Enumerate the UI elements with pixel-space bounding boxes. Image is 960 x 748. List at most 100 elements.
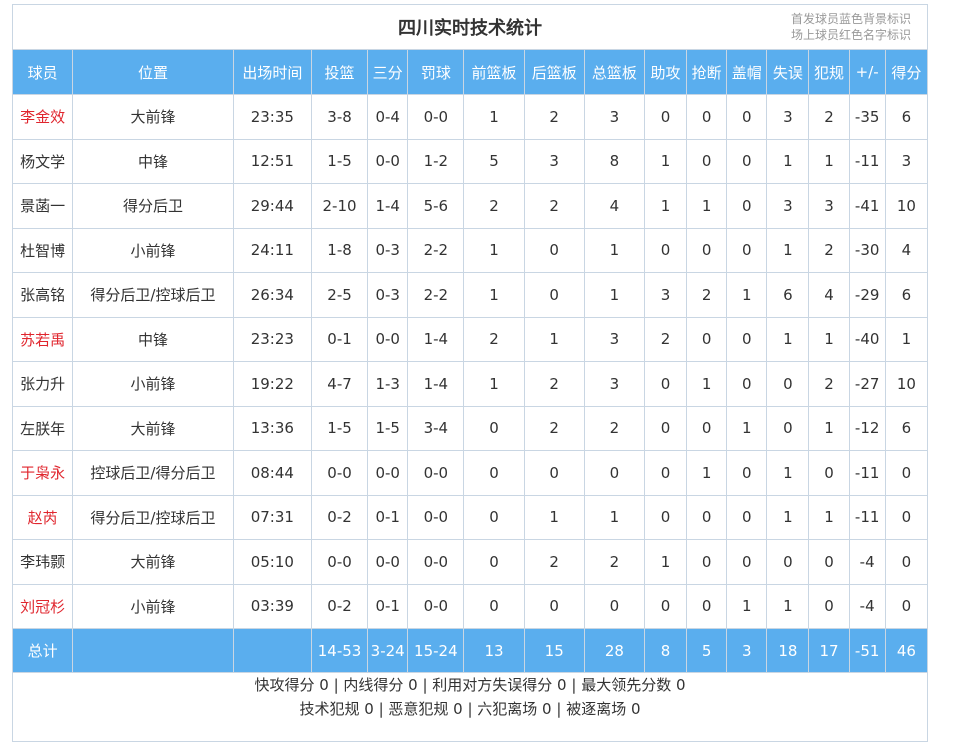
column-header: 犯规 bbox=[808, 49, 850, 95]
stat-cell: 0 bbox=[766, 539, 810, 585]
stat-cell: 2-2 bbox=[407, 227, 465, 273]
title-bar: 四川实时技术统计 首发球员蓝色背景标识 场上球员红色名字标识 bbox=[13, 5, 927, 50]
player-position: 中锋 bbox=[72, 138, 234, 184]
player-name[interactable]: 李金效 bbox=[11, 94, 74, 140]
stat-cell: 2 bbox=[523, 405, 585, 451]
stat-cell: 2 bbox=[463, 183, 525, 229]
stat-cell: 0-0 bbox=[407, 94, 465, 140]
player-name[interactable]: 杜智博 bbox=[11, 227, 74, 273]
stat-cell: 3 bbox=[523, 138, 585, 184]
totals-cell: 15-24 bbox=[407, 628, 465, 673]
stat-cell: 2 bbox=[523, 94, 585, 140]
stat-cell: 1 bbox=[808, 316, 850, 362]
player-position: 大前锋 bbox=[72, 405, 234, 451]
stat-cell: 1 bbox=[766, 583, 810, 629]
stat-cell: 1 bbox=[583, 272, 645, 318]
column-header: 得分 bbox=[884, 49, 929, 95]
player-name[interactable]: 张力升 bbox=[11, 361, 74, 407]
stat-cell: 0 bbox=[884, 450, 929, 496]
stat-cell: 2 bbox=[643, 316, 688, 362]
table-row: 于枭永 控球后卫/得分后卫 08:44 0-0 0-0 0-0 0 0 0 0 1 0 1 0 -11 0 bbox=[11, 450, 929, 496]
column-header: 盖帽 bbox=[726, 49, 768, 95]
column-header: 助攻 bbox=[643, 49, 688, 95]
column-header: 投篮 bbox=[310, 49, 369, 95]
player-position: 得分后卫/控球后卫 bbox=[72, 272, 234, 318]
player-name[interactable]: 李玮颢 bbox=[11, 539, 74, 585]
table-row: 李玮颢 大前锋 05:10 0-0 0-0 0-0 0 2 2 1 0 0 0 0 -4 0 bbox=[11, 539, 929, 585]
header-row: 球员 位置 出场时间 投篮 三分 罚球 前篮板 后篮板 总篮板 助攻 抢断 盖帽 失误 犯规 +/- 得分 bbox=[11, 49, 929, 95]
stat-cell: 0 bbox=[686, 583, 728, 629]
totals-cell: 8 bbox=[643, 628, 688, 673]
stat-cell: 2 bbox=[808, 361, 850, 407]
table-row: 刘冠杉 小前锋 03:39 0-2 0-1 0-0 0 0 0 0 0 1 1 0 -4 0 bbox=[11, 583, 929, 629]
stat-cell: 1 bbox=[643, 138, 688, 184]
legend-on-court: 场上球员红色名字标识 bbox=[790, 28, 911, 42]
player-name[interactable]: 苏若禹 bbox=[11, 316, 74, 362]
stat-cell: 0 bbox=[808, 539, 850, 585]
column-header: 失误 bbox=[766, 49, 810, 95]
stat-cell: 6 bbox=[884, 94, 929, 140]
stat-cell: 29:44 bbox=[232, 183, 312, 229]
stat-cell: 1 bbox=[463, 94, 525, 140]
stat-cell: 12:51 bbox=[232, 138, 312, 184]
stat-cell: -29 bbox=[848, 272, 886, 318]
stat-cell: 0 bbox=[726, 316, 768, 362]
player-name[interactable]: 赵芮 bbox=[11, 494, 74, 540]
stat-cell: 1 bbox=[726, 583, 768, 629]
stat-cell: 6 bbox=[884, 405, 929, 451]
table-row: 张力升 小前锋 19:22 4-7 1-3 1-4 1 2 3 0 1 0 0 2 -27 10 bbox=[11, 361, 929, 407]
column-header: 出场时间 bbox=[232, 49, 312, 95]
stat-cell: 0 bbox=[726, 183, 768, 229]
column-header: +/- bbox=[848, 49, 886, 95]
stat-cell: 0 bbox=[523, 583, 585, 629]
stat-cell: 0 bbox=[523, 450, 585, 496]
totals-cell: 15 bbox=[523, 628, 585, 673]
totals-cell: 18 bbox=[766, 628, 810, 673]
stat-cell: 3 bbox=[884, 138, 929, 184]
totals-row: 总计 14-53 3-24 15-24 13 15 28 8 5 3 18 17 -51 46 bbox=[11, 628, 929, 673]
table-body: 李金效 大前锋 23:35 3-8 0-4 0-0 1 2 3 0 0 0 3 2 -35 6 杨文学 中锋 12:… bbox=[11, 94, 929, 629]
stat-cell: 0-3 bbox=[367, 272, 409, 318]
stat-cell: 05:10 bbox=[232, 539, 312, 585]
player-name[interactable]: 景菡一 bbox=[11, 183, 74, 229]
totals-cell: 46 bbox=[884, 628, 929, 673]
stat-cell: 03:39 bbox=[232, 583, 312, 629]
player-name[interactable]: 张高铭 bbox=[11, 272, 74, 318]
stat-cell: 2 bbox=[583, 539, 645, 585]
stat-cell: 07:31 bbox=[232, 494, 312, 540]
stat-cell: 1 bbox=[726, 272, 768, 318]
stat-cell: 2 bbox=[523, 361, 585, 407]
table-row: 苏若禹 中锋 23:23 0-1 0-0 1-4 2 1 3 2 0 0 1 1 -40 1 bbox=[11, 316, 929, 362]
player-name[interactable]: 左朕年 bbox=[11, 405, 74, 451]
stat-cell: 4 bbox=[884, 227, 929, 273]
player-position: 控球后卫/得分后卫 bbox=[72, 450, 234, 496]
stat-cell: -4 bbox=[848, 539, 886, 585]
stat-cell: -35 bbox=[848, 94, 886, 140]
stat-cell: 1-3 bbox=[367, 361, 409, 407]
stat-cell: 13:36 bbox=[232, 405, 312, 451]
totals-label: 总计 bbox=[11, 628, 74, 673]
stat-cell: 1 bbox=[583, 494, 645, 540]
stat-cell: 0 bbox=[643, 450, 688, 496]
column-header: 位置 bbox=[72, 49, 234, 95]
totals-cell: 13 bbox=[463, 628, 525, 673]
stat-cell: 1 bbox=[643, 539, 688, 585]
totals-cell: 5 bbox=[686, 628, 728, 673]
stat-cell: 1 bbox=[686, 450, 728, 496]
stat-cell: 2 bbox=[523, 183, 585, 229]
stat-cell: 2-10 bbox=[310, 183, 369, 229]
stat-cell: 1 bbox=[766, 227, 810, 273]
totals-cell bbox=[232, 628, 312, 673]
stat-cell: 0-1 bbox=[367, 583, 409, 629]
player-name[interactable]: 刘冠杉 bbox=[11, 583, 74, 629]
player-name[interactable]: 于枭永 bbox=[11, 450, 74, 496]
stat-cell: 1-4 bbox=[407, 316, 465, 362]
player-name[interactable]: 杨文学 bbox=[11, 138, 74, 184]
player-position: 得分后卫 bbox=[72, 183, 234, 229]
stat-cell: 0 bbox=[686, 138, 728, 184]
player-position: 小前锋 bbox=[72, 583, 234, 629]
stat-cell: 3 bbox=[583, 361, 645, 407]
stat-cell: 6 bbox=[766, 272, 810, 318]
stat-cell: -11 bbox=[848, 450, 886, 496]
stat-cell: -40 bbox=[848, 316, 886, 362]
